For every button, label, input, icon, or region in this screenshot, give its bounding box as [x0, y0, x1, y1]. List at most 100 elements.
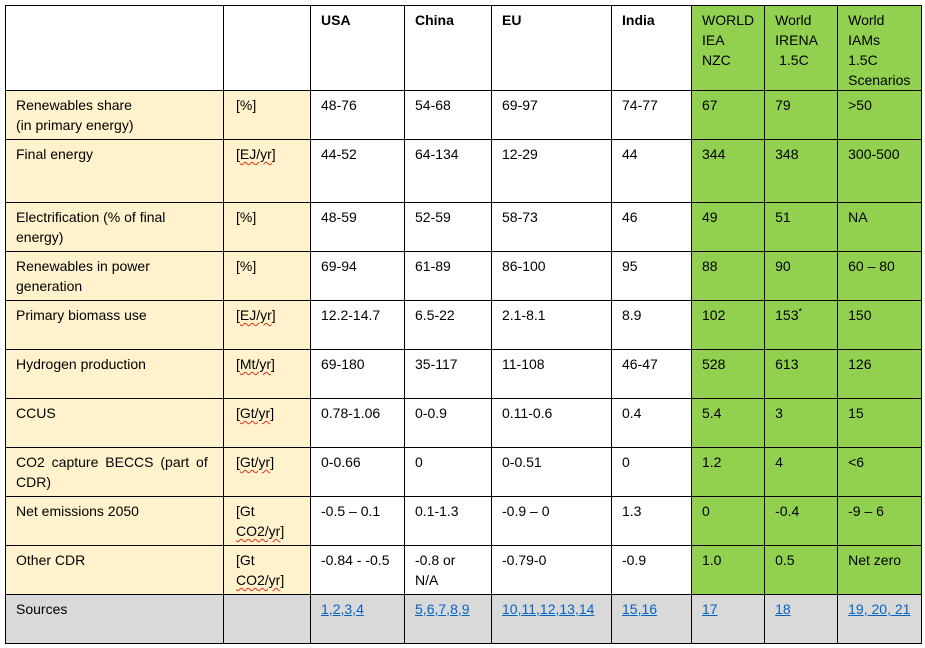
header-world-irena-line: World [775, 12, 812, 28]
unit-text: ] [280, 572, 285, 588]
sources-eu: 10,11,12,13,14 [491, 594, 612, 644]
cell-value: 153 [775, 307, 799, 323]
cell-value: 5.4 [702, 405, 722, 421]
cell-eu: 69-97 [491, 90, 612, 140]
table-row: CCUS [Gt/yr] 0.78-1.06 0-0.9 0.11-0.6 0.4 5.4 3… [5, 398, 923, 448]
cell-eu: 0-0.51 [491, 447, 612, 497]
header-world-iams: World IAMs 1.5C Scenarios [837, 5, 923, 91]
row-label: Final energy [5, 139, 224, 203]
row-unit: [%] [223, 251, 311, 301]
cell-china: 0 [404, 447, 492, 497]
cell-eu: 0.11-0.6 [491, 398, 612, 448]
cell-value: 4 [775, 454, 783, 470]
header-usa: USA [310, 5, 405, 91]
source-link[interactable]: 21 [891, 601, 911, 617]
cell-value: 12.2-14.7 [321, 307, 381, 323]
cell-value: 126 [848, 356, 872, 372]
cell-iea: 528 [690, 349, 766, 399]
row-unit-line: [Gt [236, 503, 255, 519]
cell-value: 6.5-22 [415, 307, 455, 323]
cell-value: 150 [848, 307, 872, 323]
row-unit: [Gt/yr] [223, 398, 311, 448]
source-link[interactable]: 8 [450, 601, 458, 617]
source-link[interactable]: 10 [502, 601, 518, 617]
row-label: Hydrogen production [5, 349, 224, 399]
cell-eu: 58-73 [491, 202, 612, 252]
cell-value: 0-0.66 [321, 454, 361, 470]
cell-value: 0 [702, 503, 710, 519]
cell-value: 11-108 [502, 356, 545, 372]
cell-iea: 0 [690, 496, 766, 546]
cell-china: 0-0.9 [404, 398, 492, 448]
cell-value: 8.9 [622, 307, 642, 323]
source-link[interactable]: 4 [356, 601, 364, 617]
cell-value: 12-29 [502, 146, 538, 162]
cell-usa: 69-180 [310, 349, 405, 399]
cell-value: NA [848, 209, 868, 225]
cell-value: 344 [702, 146, 726, 162]
cell-value: <6 [848, 454, 865, 470]
row-label: Electrification (% of final energy) [5, 202, 224, 252]
cell-iams: NA [837, 202, 923, 252]
cell-irena: 79 [764, 90, 839, 140]
cell-china: 52-59 [404, 202, 492, 252]
cell-value: -0.84 - -0.5 [321, 552, 390, 568]
row-unit-line: CO2/yr] [236, 570, 300, 590]
unit-text: ] [271, 146, 276, 162]
source-link[interactable]: 5 [415, 601, 423, 617]
table-row: Primary biomass use [EJ/yr] 12.2-14.7 6.5-2… [5, 300, 923, 350]
unit-text: ] [270, 405, 275, 421]
row-label-line: Primary biomass use [16, 307, 147, 323]
source-link[interactable]: 7 [438, 601, 446, 617]
source-link[interactable]: 1 [321, 601, 329, 617]
cell-china: 61-89 [404, 251, 492, 301]
source-link[interactable]: 16 [641, 601, 657, 617]
source-link[interactable]: 14 [579, 601, 595, 617]
cell-irena: 348 [764, 139, 839, 203]
cell-usa: 48-59 [310, 202, 405, 252]
cell-value: 15 [848, 405, 864, 421]
cell-iams: 15 [837, 398, 923, 448]
source-link[interactable]: 9 [462, 601, 470, 617]
cell-value: 74-77 [622, 97, 658, 113]
cell-india: -0.9 [611, 545, 692, 595]
cell-iea: 5.4 [690, 398, 766, 448]
cell-eu: 11-108 [491, 349, 612, 399]
source-link[interactable]: 18 [775, 601, 791, 617]
table-row: Other CDR [Gt CO2/yr] -0.84 - -0.5 -0.8 or N… [5, 545, 923, 595]
row-label: Primary biomass use [5, 300, 224, 350]
unit-text: ] [271, 356, 275, 372]
source-link[interactable]: 19 [848, 601, 864, 617]
cell-value: 58-73 [502, 209, 538, 225]
source-link[interactable]: 20 [868, 601, 887, 617]
cell-irena: 4 [764, 447, 839, 497]
row-label-line: Renewables share [16, 97, 132, 113]
source-link[interactable]: 17 [702, 601, 718, 617]
footnote-marker: * [798, 306, 802, 317]
cell-iea: 1.0 [690, 545, 766, 595]
row-label: Other CDR [5, 545, 224, 595]
cell-value: -0.9 [622, 552, 647, 568]
source-link[interactable]: 11 [521, 601, 536, 617]
cell-china: 54-68 [404, 90, 492, 140]
sources-label: Sources [5, 594, 224, 644]
unit-text: ] [271, 307, 276, 323]
cell-iams: 126 [837, 349, 923, 399]
cell-value: 52-59 [415, 209, 451, 225]
cell-irena: 3 [764, 398, 839, 448]
unit-text: ] [270, 454, 275, 470]
cell-iea: 1.2 [690, 447, 766, 497]
row-label-line: Renewables in power [16, 258, 150, 274]
cell-irena: 153* [764, 300, 839, 350]
source-link[interactable]: 3 [344, 601, 352, 617]
header-world-iea-line: IEA [702, 32, 725, 48]
cell-india: 0.4 [611, 398, 692, 448]
header-india: India [611, 5, 692, 91]
cell-india: 74-77 [611, 90, 692, 140]
header-empty-unit [223, 5, 311, 91]
source-link[interactable]: 15 [622, 601, 638, 617]
cell-usa: 0-0.66 [310, 447, 405, 497]
row-label-line: CCUS [16, 405, 56, 421]
source-link[interactable]: 13 [559, 601, 575, 617]
source-link[interactable]: 12 [540, 601, 556, 617]
